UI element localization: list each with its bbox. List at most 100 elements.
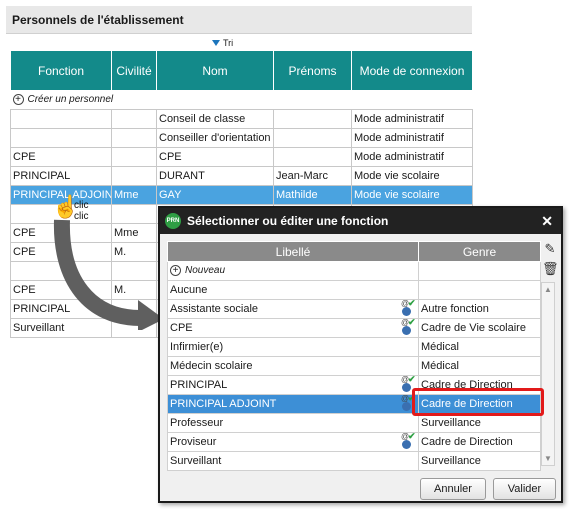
- cell-libelle[interactable]: Aucune: [167, 280, 419, 300]
- clic-label-2: clic: [74, 211, 89, 222]
- function-row[interactable]: Professeur Surveillance: [167, 413, 541, 433]
- cell-nom[interactable]: GAY: [156, 185, 274, 205]
- vertical-scrollbar[interactable]: ▲ ▼: [541, 282, 555, 466]
- side-toolbar: ✎ 🗑: [542, 241, 559, 281]
- clic-label-1: clic: [74, 200, 89, 211]
- cell-prenoms[interactable]: [273, 147, 352, 167]
- sort-arrow-icon: [212, 40, 220, 46]
- user-email-check-icon: @ ✔: [401, 434, 416, 450]
- cell-nom[interactable]: Conseiller d'orientation: [156, 128, 274, 148]
- cell-libelle[interactable]: PRINCIPAL @ ✔: [167, 375, 419, 395]
- new-function-label: Nouveau: [185, 265, 226, 277]
- cell-prenoms[interactable]: Mathilde: [273, 185, 352, 205]
- cell-nom[interactable]: DURANT: [156, 166, 274, 186]
- scroll-up-icon[interactable]: ▲: [544, 285, 552, 294]
- cell-libelle[interactable]: Professeur: [167, 413, 419, 433]
- sort-label: Tri: [223, 38, 234, 48]
- cell-civilite[interactable]: [111, 147, 157, 167]
- table-row[interactable]: CPE CPE Mode administratif: [10, 147, 473, 167]
- cell-mode-connexion[interactable]: Mode administratif: [351, 128, 473, 148]
- new-function-row[interactable]: + Nouveau: [167, 261, 541, 281]
- libelle-label: CPE: [170, 322, 193, 334]
- cell-genre[interactable]: Surveillance: [418, 451, 541, 471]
- libelle-label: Infirmier(e): [170, 341, 224, 353]
- cell-civilite[interactable]: [111, 109, 157, 129]
- libelle-label: Assistante sociale: [170, 303, 259, 315]
- libelle-label: PRINCIPAL: [170, 379, 228, 391]
- column-header-libelle[interactable]: Libellé: [167, 241, 419, 262]
- cell-libelle[interactable]: PRINCIPAL ADJOINT @ ✔: [167, 394, 419, 414]
- cell-mode-connexion[interactable]: Mode administratif: [351, 147, 473, 167]
- cell-libelle[interactable]: Médecin scolaire: [167, 356, 419, 376]
- function-row[interactable]: Aucune: [167, 280, 541, 300]
- table-row[interactable]: PRINCIPAL DURANT Jean-Marc Mode vie scolair…: [10, 166, 473, 186]
- table-header: Fonction Civilité Nom Prénoms Mode de co…: [10, 50, 473, 91]
- close-icon[interactable]: ✕: [541, 208, 553, 234]
- cell-mode-connexion[interactable]: Mode vie scolaire: [351, 166, 473, 186]
- highlight-genre-box: [412, 388, 544, 416]
- column-header-genre[interactable]: Genre: [418, 241, 541, 262]
- cell-fonction[interactable]: CPE: [10, 147, 112, 167]
- cell-nom[interactable]: Conseil de classe: [156, 109, 274, 129]
- select-function-dialog: PRN Sélectionner ou éditer une fonction …: [158, 206, 563, 503]
- cell-fonction[interactable]: PRINCIPAL: [10, 166, 112, 186]
- libelle-label: Professeur: [170, 417, 224, 429]
- cell-prenoms[interactable]: Jean-Marc: [273, 166, 352, 186]
- cell-civilite[interactable]: [111, 128, 157, 148]
- cell-libelle[interactable]: Assistante sociale @ ✔: [167, 299, 419, 319]
- column-header-fonction[interactable]: Fonction: [10, 50, 112, 91]
- function-row[interactable]: Surveillant Surveillance: [167, 451, 541, 471]
- cell-genre[interactable]: Surveillance: [418, 413, 541, 433]
- dialog-title: Sélectionner ou éditer une fonction: [187, 214, 389, 228]
- sort-row: Tri: [6, 36, 472, 50]
- column-header-nom[interactable]: Nom: [156, 50, 274, 91]
- cell-fonction[interactable]: [10, 128, 112, 148]
- function-row[interactable]: Infirmier(e) Médical: [167, 337, 541, 357]
- dialog-titlebar: PRN Sélectionner ou éditer une fonction …: [160, 208, 561, 234]
- cell-nom[interactable]: CPE: [156, 147, 274, 167]
- libelle-label: Proviseur: [170, 436, 217, 448]
- cell-libelle[interactable]: Surveillant: [167, 451, 419, 471]
- cell-libelle[interactable]: Proviseur @ ✔: [167, 432, 419, 452]
- function-row[interactable]: CPE @ ✔ Cadre de Vie scolaire: [167, 318, 541, 338]
- libelle-label: Aucune: [170, 284, 208, 296]
- create-personnel-row[interactable]: + Créer un personnel: [10, 90, 473, 110]
- cell-libelle[interactable]: CPE @ ✔: [167, 318, 419, 338]
- new-function-cell[interactable]: + Nouveau: [167, 261, 419, 281]
- cell-civilite[interactable]: [111, 166, 157, 186]
- table-row[interactable]: Conseiller d'orientation Mode administrat…: [10, 128, 473, 148]
- cell-genre[interactable]: Cadre de Vie scolaire: [418, 318, 541, 338]
- new-function-genre-cell: [418, 261, 541, 281]
- cell-libelle[interactable]: Infirmier(e): [167, 337, 419, 357]
- function-table: Libellé Genre + Nouveau Aucune Assistante …: [167, 241, 541, 471]
- cell-genre[interactable]: Médical: [418, 356, 541, 376]
- create-personnel-cell[interactable]: + Créer un personnel: [10, 90, 473, 110]
- trash-icon[interactable]: 🗑: [542, 261, 559, 279]
- column-header-mode-connexion[interactable]: Mode de connexion: [351, 50, 473, 91]
- cell-genre[interactable]: [418, 280, 541, 300]
- libelle-label: PRINCIPAL ADJOINT: [170, 398, 277, 410]
- libelle-label: Médecin scolaire: [170, 360, 253, 372]
- edit-pencil-icon[interactable]: ✎: [542, 241, 558, 259]
- column-header-prenoms[interactable]: Prénoms: [273, 50, 352, 91]
- column-header-civilite[interactable]: Civilité: [111, 50, 157, 91]
- app-logo-icon: PRN: [165, 213, 181, 229]
- cell-prenoms[interactable]: [273, 109, 352, 129]
- validate-button[interactable]: Valider: [493, 478, 556, 500]
- cell-mode-connexion[interactable]: Mode administratif: [351, 109, 473, 129]
- function-row[interactable]: Proviseur @ ✔ Cadre de Direction: [167, 432, 541, 452]
- cancel-button[interactable]: Annuler: [420, 478, 486, 500]
- cell-genre[interactable]: Autre fonction: [418, 299, 541, 319]
- function-row[interactable]: Médecin scolaire Médical: [167, 356, 541, 376]
- cell-genre[interactable]: Médical: [418, 337, 541, 357]
- function-table-header: Libellé Genre: [167, 241, 541, 262]
- scroll-down-icon[interactable]: ▼: [544, 454, 552, 463]
- cell-fonction[interactable]: [10, 109, 112, 129]
- cell-genre[interactable]: Cadre de Direction: [418, 432, 541, 452]
- cell-mode-connexion[interactable]: Mode vie scolaire: [351, 185, 473, 205]
- sort-indicator[interactable]: Tri: [212, 38, 233, 48]
- cell-prenoms[interactable]: [273, 128, 352, 148]
- user-email-check-icon: @ ✔: [401, 301, 416, 317]
- table-row[interactable]: Conseil de classe Mode administratif: [10, 109, 473, 129]
- function-row[interactable]: Assistante sociale @ ✔ Autre fonction: [167, 299, 541, 319]
